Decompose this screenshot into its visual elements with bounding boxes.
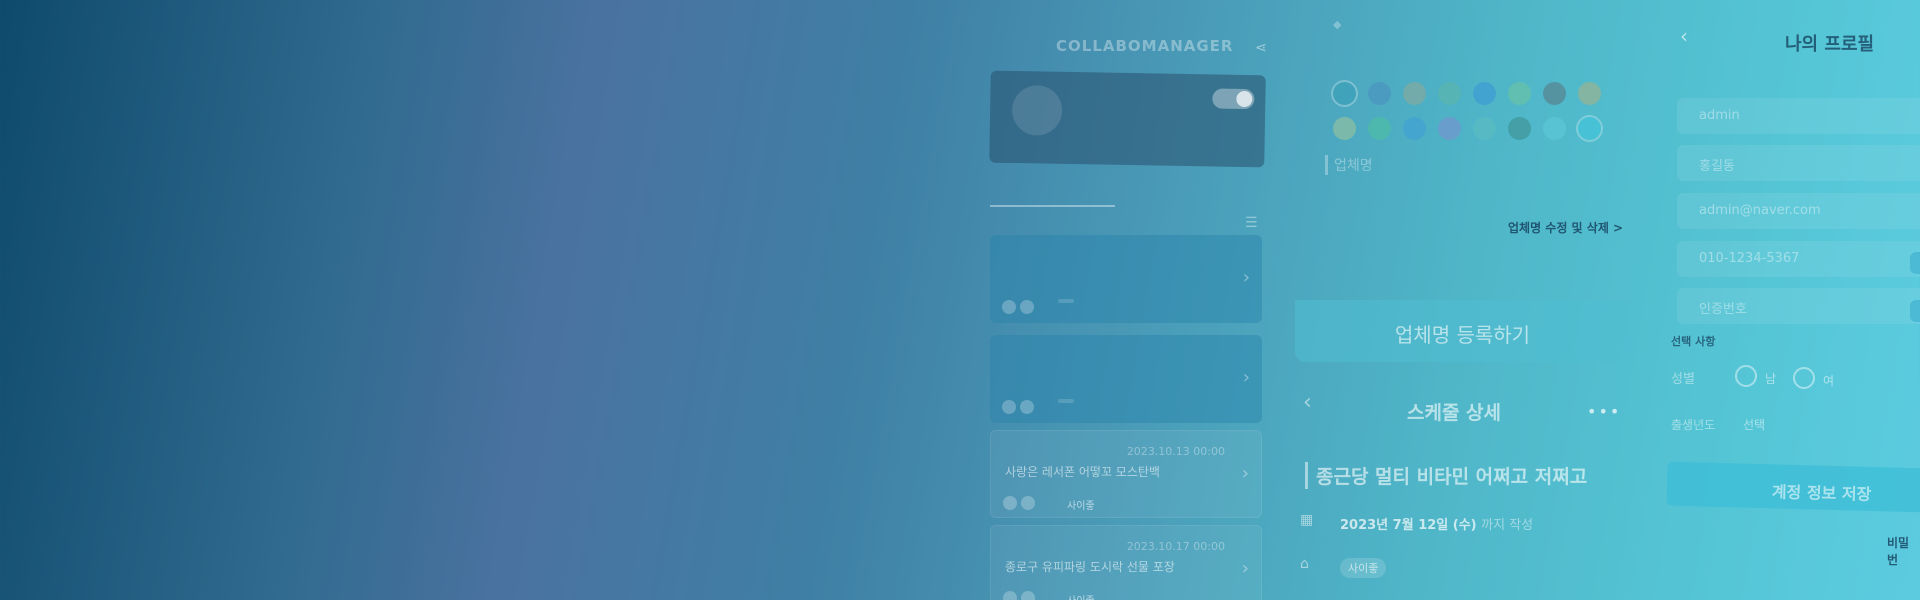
color-swatch[interactable] (1578, 117, 1601, 140)
back-icon[interactable]: ‹ (1303, 390, 1312, 415)
home-icon: ⌂ (1300, 556, 1309, 572)
color-swatch[interactable] (1403, 117, 1426, 140)
color-swatch[interactable] (1333, 117, 1356, 140)
top-hint-icon: ◆ (1333, 18, 1342, 31)
phone-field[interactable]: 010-1234-5367 (1677, 241, 1920, 277)
birth-year-select[interactable]: 선택 (1743, 416, 1765, 433)
app-logo: COLLABOMANAGER (1056, 37, 1234, 55)
chevron-right-icon: › (1242, 367, 1250, 388)
avatar (1011, 84, 1063, 136)
card-date: 2023.10.17 00:00 (1126, 540, 1225, 553)
email-field[interactable]: admin@naver.com (1677, 193, 1920, 229)
color-swatch[interactable] (1403, 82, 1426, 105)
avatar-group (1003, 590, 1043, 600)
schedule-title: 스케줄 상세 (1407, 402, 1502, 424)
list-item[interactable]: › (990, 235, 1262, 323)
color-swatch[interactable] (1473, 82, 1496, 105)
schedule-date-suffix: 까지 작성 (1481, 518, 1534, 533)
gender-female-radio[interactable] (1793, 367, 1815, 389)
share-icon[interactable]: ⋖ (1255, 40, 1267, 56)
toggle-switch[interactable] (1212, 88, 1255, 110)
save-account-button[interactable]: 계정 정보 저장 (1666, 461, 1920, 513)
back-icon[interactable]: ‹ (1680, 24, 1688, 48)
more-icon[interactable]: ••• (1587, 402, 1621, 421)
list-item[interactable]: 2023.10.13 00:00 사랑은 레서폰 어떻꼬 모스탄백 사이좋 › (990, 430, 1262, 518)
card-tag (1058, 299, 1074, 303)
tab-indicator (990, 205, 1115, 207)
avatar-group (1003, 495, 1043, 510)
app-list-screen: COLLABOMANAGER ⋖ ☰ › › 2023.10.13 00:00 … (989, 25, 1267, 600)
register-vendor-button[interactable]: 업체명 등록하기 (1295, 300, 1630, 362)
vendor-name-label: 업체명 (1325, 155, 1373, 175)
id-field[interactable]: admin (1677, 98, 1920, 134)
card-tag: 사이좋 (1067, 501, 1095, 512)
gender-label: 성별 (1671, 372, 1695, 387)
chevron-right-icon: › (1242, 267, 1250, 288)
color-swatch[interactable] (1508, 117, 1531, 140)
color-swatch[interactable] (1543, 117, 1566, 140)
tab-bar (990, 175, 1265, 215)
vendor-and-schedule-screen: ◆ 업체명 업체명 수정 및 삭제 > 업체명 등록하기 ‹ 스케줄 상세 ••… (1295, 0, 1630, 600)
gender-male-radio[interactable] (1735, 365, 1757, 387)
card-title: 사랑은 레서폰 어떻꼬 모스탄백 (1005, 465, 1160, 479)
schedule-tag: 사이좋 (1340, 558, 1387, 578)
verify-button[interactable] (1910, 252, 1920, 274)
auth-code-field[interactable]: 인증번호 (1677, 288, 1920, 324)
confirm-button[interactable] (1910, 300, 1920, 322)
list-item[interactable]: 2023.10.17 00:00 종로구 유피파링 도시락 선물 포장 사이좋 … (990, 525, 1262, 600)
profile-card (989, 70, 1266, 168)
color-swatch[interactable] (1333, 82, 1356, 105)
color-swatch[interactable] (1543, 82, 1566, 105)
hero-banner: { "app_list": { "logo": "COLLABOMANAGER"… (0, 0, 1920, 600)
chevron-right-icon: › (1241, 463, 1249, 484)
color-swatch[interactable] (1438, 82, 1461, 105)
chevron-right-icon: › (1241, 558, 1249, 579)
list-item[interactable]: › (990, 335, 1262, 423)
name-field[interactable]: 홍길동 (1677, 145, 1920, 181)
color-swatch[interactable] (1508, 82, 1531, 105)
color-swatch[interactable] (1438, 117, 1461, 140)
color-swatch[interactable] (1368, 117, 1391, 140)
color-swatch[interactable] (1578, 82, 1601, 105)
card-title: 종로구 유피파링 도시락 선물 포장 (1005, 560, 1175, 574)
schedule-date-value: 2023년 7월 12일 (수) (1340, 518, 1477, 533)
avatar-group (1002, 299, 1042, 314)
color-swatch[interactable] (1368, 82, 1391, 105)
optional-section-label: 선택 사항 (1671, 335, 1716, 348)
edit-vendor-link[interactable]: 업체명 수정 및 삭제 > (1508, 219, 1623, 236)
page-title: 나의 프로필 (1785, 34, 1875, 55)
avatar-group (1002, 399, 1042, 414)
gender-male-label: 남 (1765, 372, 1777, 386)
password-link[interactable]: 비밀번 (1887, 534, 1920, 568)
color-swatch[interactable] (1473, 117, 1496, 140)
card-date: 2023.10.13 00:00 (1126, 445, 1225, 458)
card-tag: 사이좋 (1059, 590, 1103, 600)
birth-year-label: 출생년도 (1671, 418, 1716, 432)
schedule-date: 2023년 7월 12일 (수) 까지 작성 (1340, 514, 1533, 533)
schedule-subject: 종근당 멀티 비타민 어쩌고 저쩌고 (1305, 462, 1587, 489)
profile-screen: ‹ 나의 프로필 admin 홍길동 admin@naver.com 010-1… (1665, 0, 1920, 600)
gender-female-label: 여 (1823, 374, 1835, 388)
menu-icon[interactable]: ☰ (1245, 215, 1258, 231)
card-tag (1058, 399, 1074, 403)
calendar-icon: ▦ (1300, 512, 1314, 528)
